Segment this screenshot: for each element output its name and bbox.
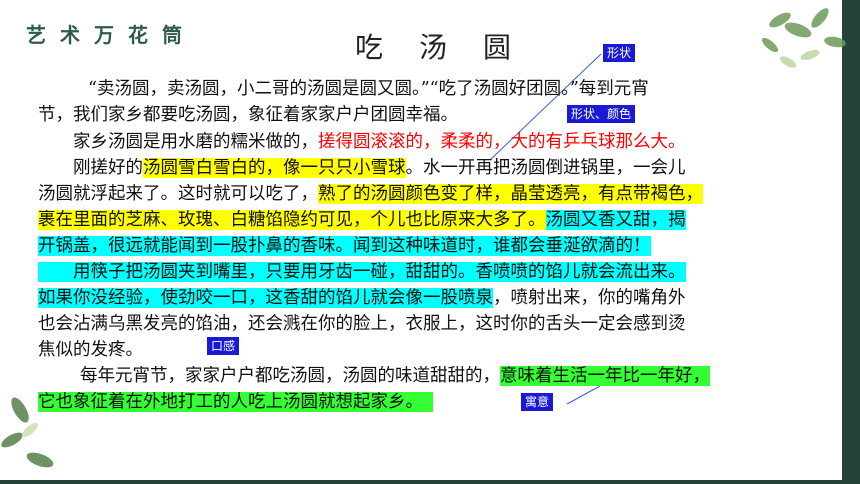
paragraph-2: 家乡汤圆是用水磨的糯米做的，搓得圆滚滚的，柔柔的，大的有乒乓球那么大。 (73, 132, 686, 152)
paragraph-4-line-2: 如果你没经验，使劲咬一口，这香甜的馅儿就会像一股喷泉，喷射出来，你的嘴角外 (38, 288, 686, 308)
paragraph-5-line-1: 每年元宵节，家家户户都吃汤圆，汤圆的味道甜甜的，意味着生活一年比一年好， (80, 366, 710, 386)
highlight-yellow: 裹在里面的芝麻、玫瑰、白糖馅隐约可见，个儿也比原来大多了。 (38, 210, 546, 230)
highlight-yellow: 汤圆雪白雪白的，像一只只小雪球 (143, 158, 406, 178)
paragraph-3-line-4: 开锅盖，很远就能闻到一股扑鼻的香味。闻到这种味道时，谁都会垂涎欲滴的！ (38, 233, 651, 259)
paragraph-4-line-1: 用筷子把汤圆夹到嘴里，只要用牙齿一碰，甜甜的。香喷喷的馅儿就会流出来。 (38, 259, 686, 285)
paragraph-3-line-2: 汤圆就浮起来了。这时就可以吃了，熟了的汤圆颜色变了样，晶莹透亮，有点带褐色， (38, 184, 703, 204)
paragraph-1-line-2: 节，我们家乡都要吃汤圆，象征着家家户户团圆幸福。 (38, 105, 458, 125)
red-emphasis: 搓得圆滚滚的，柔柔的，大的有乒乓球那么大。 (318, 132, 686, 152)
paragraph-4-line-4: 焦似的发疼。 (38, 340, 143, 360)
paragraph-3-line-3: 裹在里面的芝麻、玫瑰、白糖馅隐约可见，个儿也比原来大多了。汤圆又香又甜，揭 (38, 207, 686, 233)
highlight-cyan: 如果你没经验，使劲咬一口，这香甜的馅儿就会像一股喷泉 (38, 288, 493, 308)
highlight-cyan: 用筷子把汤圆夹到嘴里，只要用牙齿一碰，甜甜的。香喷喷的馅儿就会流出来。 (38, 262, 686, 282)
paragraph-1-line-1: “卖汤圆，卖汤圆，小二哥的汤圆是圆又圆。”“吃了汤圆好团圆。”每到元宵 (88, 79, 649, 99)
highlight-cyan: 汤圆又香又甜，揭 (545, 210, 686, 230)
paragraph-4-line-3: 也会沾满乌黑发亮的馅油，还会溅在你的脸上，衣服上，这时你的舌头一定会感到烫 (38, 314, 686, 334)
highlight-green: 意味着生活一年比一年好， (500, 366, 710, 386)
highlight-yellow: 熟了的汤圆颜色变了样，晶莹透亮，有点带褐色， (318, 184, 703, 204)
highlight-cyan: 开锅盖，很远就能闻到一股扑鼻的香味。闻到这种味道时，谁都会垂涎欲滴的！ (38, 236, 651, 256)
highlight-green: 它也象征着在外地打工的人吃上汤圆就想起家乡。 (38, 392, 433, 412)
paragraph-3-line-1: 刚搓好的汤圆雪白雪白的，像一只只小雪球。水一开再把汤圆倒进锅里，一会儿 (73, 158, 686, 178)
paragraph-5-line-2: 它也象征着在外地打工的人吃上汤圆就想起家乡。 (38, 389, 433, 415)
